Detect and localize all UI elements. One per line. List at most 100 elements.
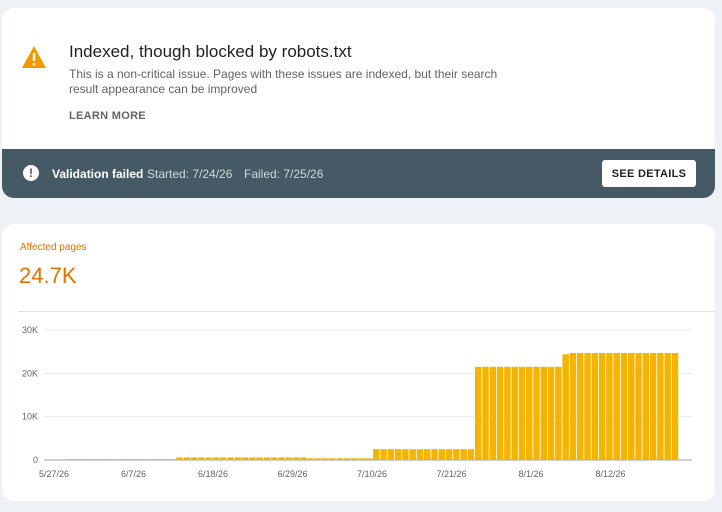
x-tick-label: 6/29/26 bbox=[277, 469, 307, 479]
bar bbox=[453, 449, 460, 460]
bar bbox=[227, 457, 234, 460]
warning-icon bbox=[22, 46, 46, 68]
bar bbox=[540, 366, 548, 460]
bar bbox=[431, 449, 438, 460]
bar bbox=[147, 459, 154, 460]
bar bbox=[336, 458, 344, 460]
bar bbox=[212, 457, 220, 460]
bar bbox=[606, 352, 613, 460]
bar bbox=[416, 449, 424, 460]
x-tick-label: 6/7/26 bbox=[121, 469, 146, 479]
bar bbox=[198, 457, 205, 460]
x-tick-label: 7/10/26 bbox=[357, 469, 387, 479]
bar bbox=[365, 458, 373, 460]
bar bbox=[67, 459, 74, 460]
bar bbox=[241, 457, 249, 460]
bar bbox=[322, 458, 329, 460]
bar bbox=[118, 459, 125, 460]
bar bbox=[256, 457, 263, 460]
see-details-button[interactable]: SEE DETAILS bbox=[602, 160, 696, 187]
alert-circle-icon bbox=[23, 165, 39, 181]
bar bbox=[96, 459, 103, 460]
bar bbox=[482, 366, 489, 460]
bar bbox=[555, 366, 562, 460]
bar bbox=[533, 366, 540, 460]
validation-bar: Validation failed Started: 7/24/26 Faile… bbox=[2, 149, 715, 198]
metric-value: 24.7K bbox=[19, 263, 77, 288]
y-tick-label: 10K bbox=[22, 412, 38, 422]
bar bbox=[132, 459, 140, 460]
bar bbox=[664, 352, 671, 460]
bar bbox=[220, 457, 227, 460]
bar bbox=[671, 352, 679, 460]
x-tick-label: 8/12/26 bbox=[595, 469, 625, 479]
bar bbox=[467, 449, 475, 460]
bar bbox=[445, 449, 453, 460]
bar bbox=[300, 457, 307, 460]
bar bbox=[475, 366, 482, 460]
bar bbox=[504, 366, 511, 460]
affected-pages-chart: 30K 20K 10K 05/27/26 6/7/26 6/18/26 6/29/26 7/1… bbox=[22, 325, 692, 479]
affected-pages-card: Affected pages 24.7K 30K 20K 10K 0 5/27/26 6/… bbox=[2, 224, 715, 501]
bar bbox=[314, 458, 322, 460]
bar bbox=[620, 352, 628, 460]
bar bbox=[154, 459, 161, 460]
bar bbox=[409, 449, 416, 460]
bar bbox=[584, 352, 591, 460]
bar bbox=[547, 366, 555, 460]
x-tick-label: 6/18/26 bbox=[198, 469, 228, 479]
bar bbox=[161, 459, 169, 460]
bar bbox=[81, 459, 89, 460]
bar bbox=[380, 449, 387, 460]
bar bbox=[285, 457, 293, 460]
bar bbox=[373, 449, 380, 460]
bar bbox=[598, 352, 606, 460]
bar bbox=[88, 459, 96, 460]
bar bbox=[577, 352, 584, 460]
bar bbox=[343, 458, 351, 460]
bar bbox=[402, 449, 409, 460]
bar bbox=[329, 458, 336, 460]
bar bbox=[511, 366, 518, 460]
bar bbox=[176, 457, 183, 460]
x-tick-label: 7/21/26 bbox=[436, 469, 466, 479]
bar bbox=[190, 457, 198, 460]
issue-title: Indexed, though blocked by robots.txt bbox=[69, 42, 352, 61]
bar bbox=[271, 457, 278, 460]
bar bbox=[234, 457, 242, 460]
learn-more-link[interactable]: LEARN MORE bbox=[69, 110, 146, 122]
y-tick-label: 0 bbox=[33, 455, 38, 465]
bar bbox=[657, 352, 664, 460]
bar bbox=[139, 459, 147, 460]
bar bbox=[169, 459, 176, 460]
bar bbox=[438, 449, 446, 460]
validation-status: Validation failed bbox=[52, 167, 144, 181]
bar bbox=[74, 459, 81, 460]
x-tick-label: 8/1/26 bbox=[518, 469, 543, 479]
metric-label: Affected pages bbox=[20, 242, 87, 253]
bar bbox=[263, 457, 271, 460]
bar bbox=[103, 459, 110, 460]
bar bbox=[562, 354, 569, 460]
bar bbox=[460, 449, 467, 460]
bar bbox=[205, 457, 212, 460]
bar bbox=[110, 459, 118, 460]
bar bbox=[489, 366, 497, 460]
y-tick-label: 20K bbox=[22, 368, 38, 378]
x-tick-label: 5/27/26 bbox=[39, 469, 69, 479]
bar bbox=[649, 352, 657, 460]
bar bbox=[424, 449, 431, 460]
y-tick-label: 30K bbox=[22, 325, 38, 335]
bar bbox=[387, 449, 395, 460]
validation-started: Started: 7/24/26 bbox=[147, 167, 233, 181]
bar bbox=[591, 352, 599, 460]
issue-description: This is a non-critical issue. Pages with… bbox=[69, 67, 498, 96]
bar bbox=[249, 457, 256, 460]
validation-failed: Failed: 7/25/26 bbox=[244, 167, 324, 181]
bar bbox=[358, 458, 365, 460]
bar bbox=[278, 457, 285, 460]
bar bbox=[635, 352, 642, 460]
bar bbox=[628, 352, 635, 460]
bar bbox=[496, 366, 504, 460]
bar bbox=[125, 459, 132, 460]
